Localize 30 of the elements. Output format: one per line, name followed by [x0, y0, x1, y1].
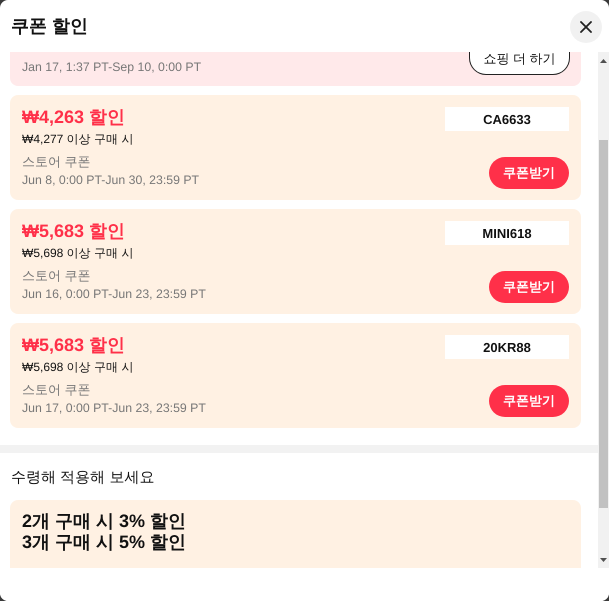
coupon-type: 스토어 쿠폰 [22, 153, 91, 171]
purchase-condition: ₩5,698 이상 구매 시 [22, 245, 134, 262]
coupon-code: MINI618 [445, 221, 569, 245]
purchase-condition: ₩5,698 이상 구매 시 [22, 359, 134, 376]
validity-period: Jun 17, 0:00 PT-Jun 23, 23:59 PT [22, 400, 206, 417]
caret-up-icon[interactable] [600, 58, 607, 62]
validity-period: Jun 8, 0:00 PT-Jun 30, 23:59 PT [22, 172, 200, 189]
purchase-condition: ₩4,277 이상 구매 시 [22, 131, 134, 148]
validity-period: Jan 17, 1:37 PT-Sep 10, 0:00 PT [22, 59, 202, 76]
discount-amount: ₩5,683 할인 [22, 335, 126, 355]
scrollbar-thumb[interactable] [599, 140, 608, 508]
coupon-type: 스토어 쿠폰 [22, 267, 91, 285]
coupon-code: CA6633 [445, 107, 569, 131]
shop-more-button[interactable]: 쇼핑 더 하기 [469, 52, 570, 75]
close-button[interactable] [570, 11, 602, 43]
section-heading: 수령해 적용해 보세요 [11, 468, 154, 488]
coupon-code: 20KR88 [445, 335, 569, 359]
offer-text: 3개 구매 시 5% 할인 [22, 532, 186, 553]
get-coupon-button[interactable]: 쿠폰받기 [489, 157, 569, 189]
get-coupon-button[interactable]: 쿠폰받기 [489, 271, 569, 303]
offer-text: 2개 구매 시 3% 할인 [22, 511, 186, 532]
validity-period: Jun 16, 0:00 PT-Jun 23, 23:59 PT [22, 286, 206, 303]
get-coupon-button[interactable]: 쿠폰받기 [489, 385, 569, 417]
close-icon [580, 21, 592, 33]
discount-amount: ₩5,683 할인 [22, 221, 126, 241]
caret-down-icon[interactable] [600, 558, 607, 562]
scrollbar[interactable] [598, 52, 609, 568]
discount-amount: ₩4,263 할인 [22, 107, 126, 127]
coupon-type: 스토어 쿠폰 [22, 381, 91, 399]
dialog-title: 쿠폰 할인 [11, 15, 88, 38]
